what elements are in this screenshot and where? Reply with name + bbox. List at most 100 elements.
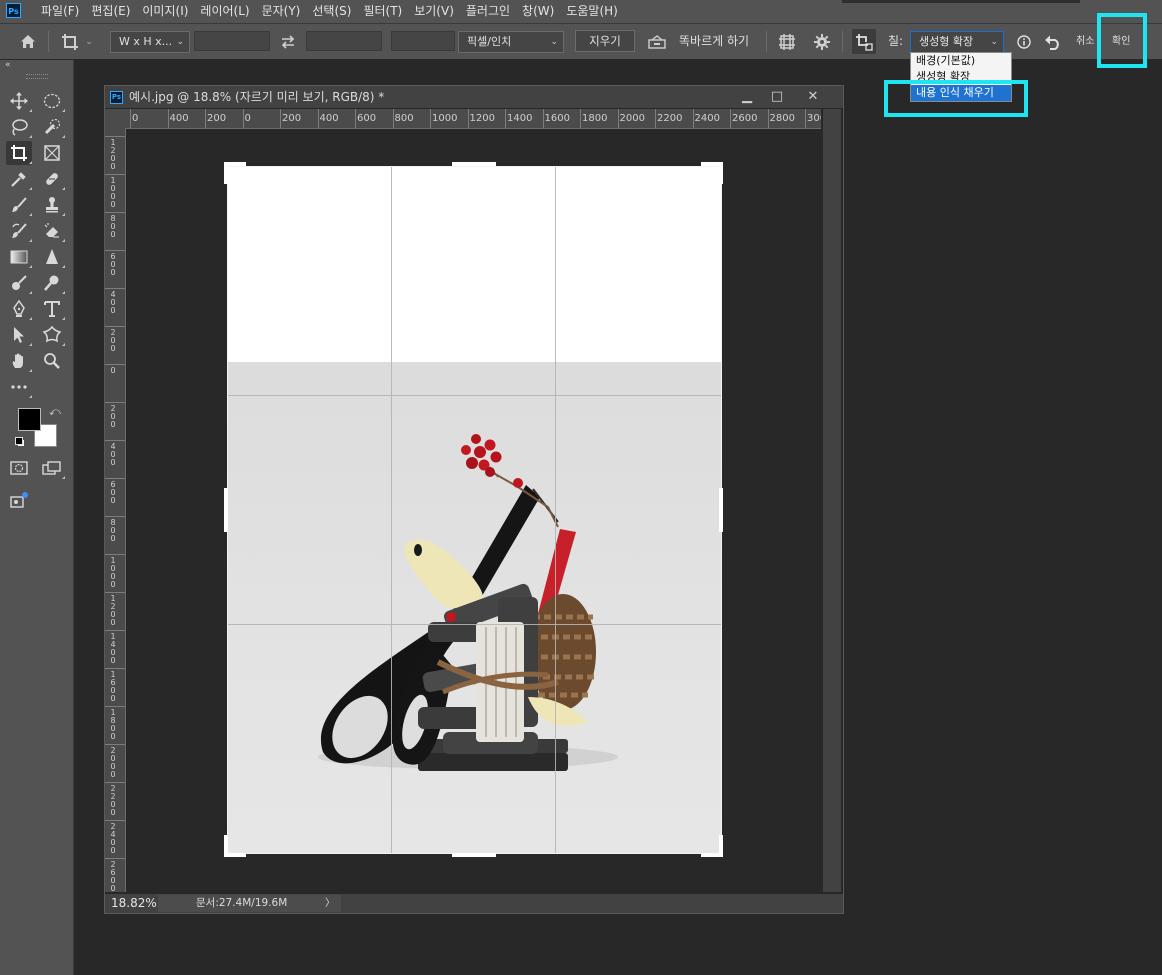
- menu-filter[interactable]: 필터(T): [357, 0, 408, 23]
- collapse-panel-button[interactable]: «: [5, 60, 11, 70]
- dodge-icon[interactable]: [6, 271, 32, 295]
- menu-window[interactable]: 창(W): [516, 0, 560, 23]
- healing-brush-icon[interactable]: [39, 167, 65, 191]
- fill-option-background[interactable]: 배경(기본값): [911, 53, 1011, 69]
- resolution-input[interactable]: [391, 31, 455, 51]
- lasso-icon[interactable]: [6, 115, 32, 139]
- move-icon[interactable]: [6, 89, 32, 113]
- marquee-ellipse-icon[interactable]: [39, 89, 65, 113]
- ruler-label: 400: [319, 113, 339, 124]
- hand-icon[interactable]: [6, 349, 32, 373]
- ruler-tick: [105, 212, 125, 213]
- menu-image[interactable]: 이미지(I): [136, 0, 194, 23]
- ruler-label: 400: [169, 113, 189, 124]
- ruler-tick: [317, 109, 319, 128]
- resolution-unit-value: 픽셀/인치: [467, 35, 512, 48]
- minimize-button[interactable]: ▁: [733, 88, 761, 105]
- foreground-color-swatch[interactable]: [18, 408, 41, 431]
- document-tab-icon: Ps: [110, 91, 123, 104]
- vertical-scrollbar[interactable]: [823, 109, 841, 892]
- info-icon[interactable]: [1013, 24, 1035, 59]
- crop-handle-top-left[interactable]: [224, 162, 228, 184]
- more-tools-icon[interactable]: [6, 375, 32, 399]
- brush-icon[interactable]: [6, 193, 32, 217]
- menu-view[interactable]: 보기(V): [408, 0, 460, 23]
- swap-colors-icon[interactable]: ⤺: [49, 405, 61, 419]
- cancel-button[interactable]: 취소: [1076, 24, 1094, 59]
- menu-type[interactable]: 문자(Y): [256, 0, 307, 23]
- clear-button[interactable]: 지우기: [575, 30, 635, 52]
- ruler-tick: [105, 288, 125, 289]
- quick-mask-icon[interactable]: [6, 456, 32, 480]
- sharpen-icon[interactable]: [39, 245, 65, 269]
- zoom-level[interactable]: 18.82%: [111, 894, 157, 913]
- crop-icon[interactable]: [6, 141, 32, 165]
- ruler-label: 600: [357, 113, 377, 124]
- default-colors-icon[interactable]: [15, 437, 25, 447]
- ratio-preset-dropdown[interactable]: W x H x... ⌄: [110, 31, 190, 53]
- menu-layer[interactable]: 레이어(L): [194, 0, 255, 23]
- document-status-bar: 18.82% 문서:27.4M/19.6M 〉: [105, 894, 843, 913]
- vertical-ruler[interactable]: 1200 1000 800 600 400 200 0 200 400 600 800 1000 120…: [105, 128, 126, 892]
- type-icon[interactable]: [39, 297, 65, 321]
- history-brush-icon[interactable]: [6, 219, 32, 243]
- crop-handle-top-right[interactable]: [719, 162, 723, 184]
- horizontal-ruler[interactable]: 0 400 200 0 200 400 600 800 1000 1200 1400 1600 1800…: [125, 109, 821, 129]
- close-button[interactable]: ✕: [799, 88, 827, 105]
- eyedropper-icon[interactable]: [6, 167, 32, 191]
- maximize-button[interactable]: □: [763, 88, 791, 105]
- ruler-tick: [105, 174, 125, 175]
- frame-icon[interactable]: [39, 141, 65, 165]
- panel-grip[interactable]: [26, 74, 48, 79]
- height-input[interactable]: [306, 31, 382, 51]
- fill-dropdown[interactable]: 생성형 확장 ⌄: [910, 31, 1004, 53]
- crop-handle-bottom-left[interactable]: [224, 835, 228, 857]
- crop-delete-icon[interactable]: [852, 29, 876, 54]
- document-titlebar[interactable]: Ps 예시.jpg @ 18.8% (자르기 미리 보기, RGB/8) * ▁…: [105, 86, 843, 108]
- screen-mode-icon[interactable]: [39, 456, 65, 480]
- crop-boundary[interactable]: [227, 166, 722, 854]
- share-feedback-icon[interactable]: [6, 488, 32, 512]
- grid-icon[interactable]: [775, 24, 799, 59]
- crop-handle-bottom[interactable]: [452, 853, 496, 857]
- eraser-icon[interactable]: [39, 219, 65, 243]
- path-select-icon[interactable]: [6, 323, 32, 347]
- fill-label: 칠:: [888, 34, 904, 48]
- ruler-label: 2600: [732, 113, 758, 124]
- menu-file[interactable]: 파일(F): [35, 0, 85, 23]
- ruler-tick: [655, 109, 656, 128]
- resolution-unit-dropdown[interactable]: 픽셀/인치 ⌄: [458, 31, 564, 53]
- straighten-label[interactable]: 똑바르게 하기: [679, 24, 749, 59]
- quick-select-icon[interactable]: [39, 115, 65, 139]
- menu-help[interactable]: 도움말(H): [560, 0, 624, 23]
- ruler-tick: [105, 630, 125, 631]
- swap-arrows-icon[interactable]: [276, 24, 300, 59]
- ruler-label: 2400: [694, 113, 720, 124]
- menu-edit[interactable]: 편집(E): [85, 0, 136, 23]
- gradient-icon[interactable]: [6, 245, 32, 269]
- ruler-label: 1400: [507, 113, 533, 124]
- gear-icon[interactable]: [810, 24, 834, 59]
- pen-icon[interactable]: [6, 297, 32, 321]
- level-icon[interactable]: [645, 24, 669, 59]
- crop-handle-right[interactable]: [719, 488, 723, 532]
- clone-stamp-icon[interactable]: [39, 193, 65, 217]
- width-input[interactable]: [194, 31, 270, 51]
- ratio-preset-value: W x H x...: [119, 35, 173, 48]
- document-info-box[interactable]: 문서:27.4M/19.6M 〉: [158, 895, 341, 912]
- crop-handle-top[interactable]: [452, 162, 496, 166]
- undo-icon[interactable]: [1041, 24, 1065, 59]
- crop-tool-preset[interactable]: ⌄: [57, 24, 97, 59]
- menu-select[interactable]: 선택(S): [306, 0, 357, 23]
- crop-handle-left[interactable]: [224, 488, 228, 532]
- zoom-icon[interactable]: [39, 349, 65, 373]
- menu-plugins[interactable]: 플러그인: [460, 0, 516, 23]
- custom-shape-icon[interactable]: [39, 323, 65, 347]
- ruler-tick: [167, 109, 169, 128]
- burn-icon[interactable]: [39, 271, 65, 295]
- ruler-label: 800: [110, 214, 116, 239]
- crop-handle-bottom-right[interactable]: [719, 835, 723, 857]
- confirm-highlight-box: [1097, 13, 1147, 68]
- ruler-label: 200: [110, 328, 116, 353]
- home-icon[interactable]: [16, 24, 40, 59]
